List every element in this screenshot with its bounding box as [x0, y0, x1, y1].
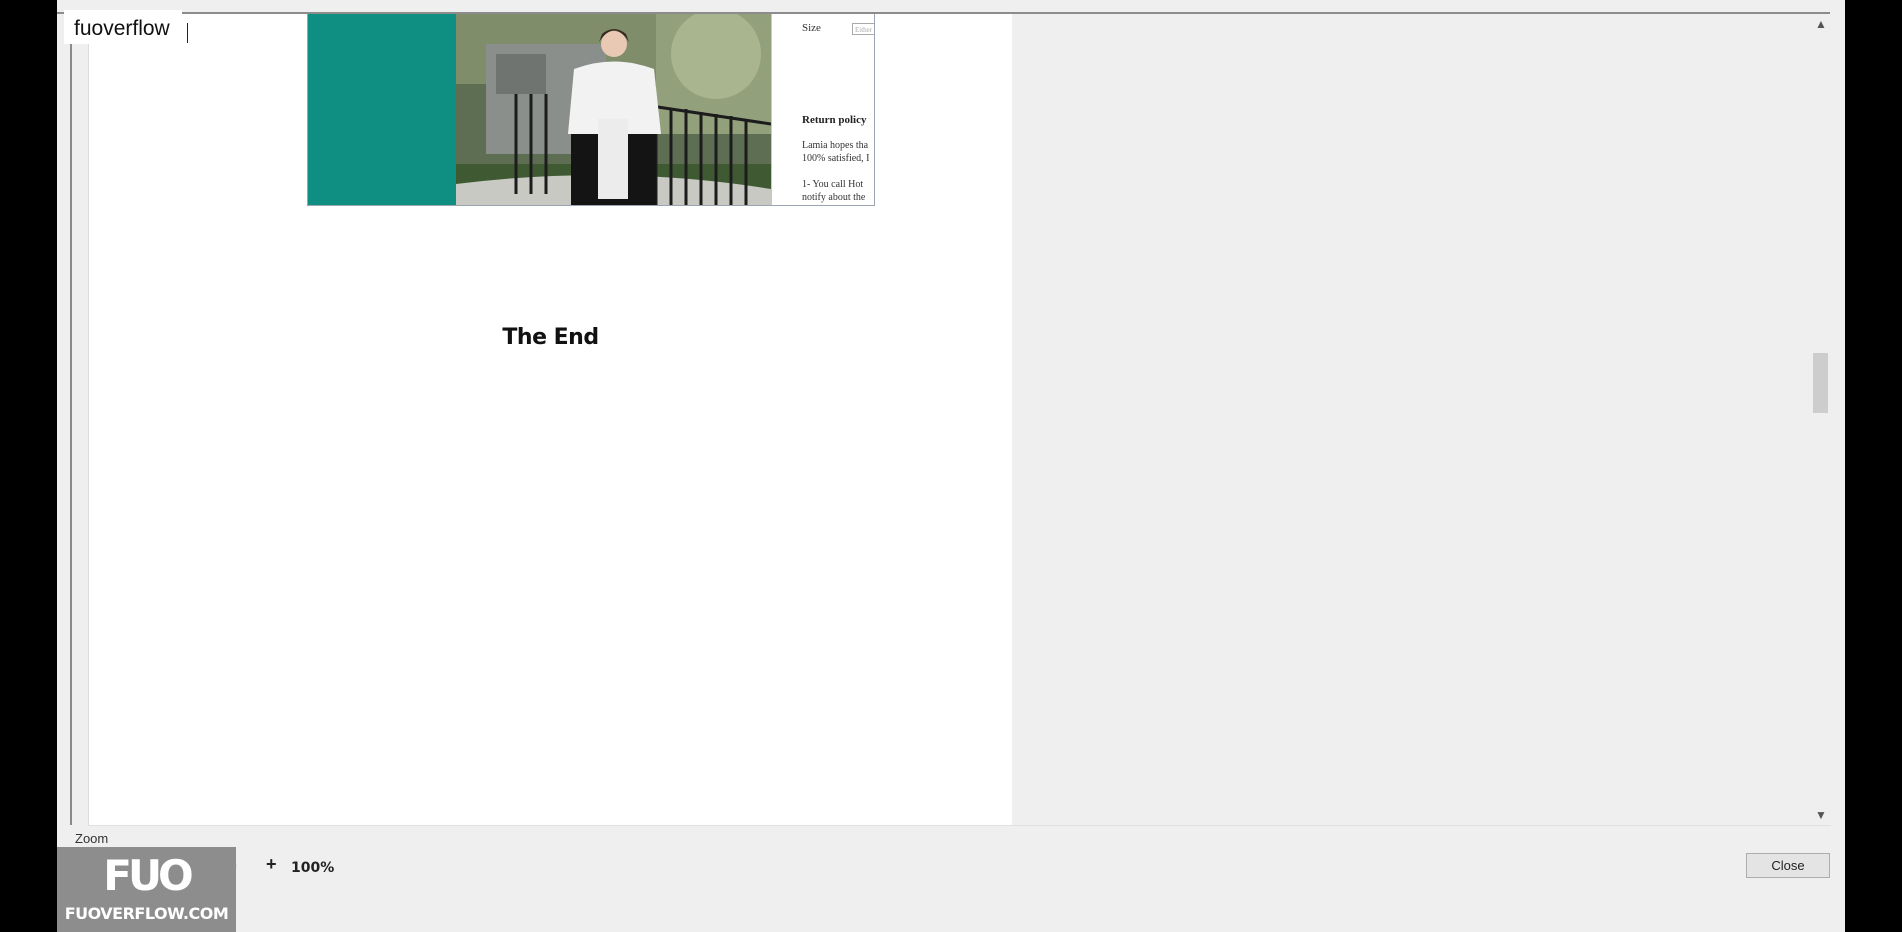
return-policy-text: Lamia hopes tha 100% satisfied, I: [802, 140, 870, 164]
end-heading: The End: [502, 325, 599, 350]
zoom-in-button[interactable]: +: [266, 854, 277, 875]
teal-panel: [308, 14, 456, 205]
scroll-up-icon[interactable]: ▲: [1811, 16, 1831, 32]
size-label: Size: [802, 22, 821, 34]
print-preview-window: Size Either Return policy Lamia hopes th…: [57, 0, 1845, 932]
scroll-thumb[interactable]: [1813, 353, 1828, 413]
zoom-label: Zoom: [75, 831, 109, 846]
return-policy-heading: Return policy: [802, 114, 867, 126]
text-cursor: [187, 23, 188, 43]
divider: [88, 825, 1831, 826]
left-border: [70, 14, 72, 825]
logo-mark: FUO: [103, 851, 194, 900]
product-details-column: Size Either Return policy Lamia hopes th…: [771, 14, 874, 205]
model-photo: [456, 14, 771, 205]
logo-url: FUOVERFLOW.COM: [64, 904, 229, 923]
fuoverflow-logo: FUO FUOVERFLOW.COM: [57, 847, 236, 932]
vertical-scrollbar[interactable]: ▲ ▼: [1811, 14, 1831, 825]
product-page-snapshot: Size Either Return policy Lamia hopes th…: [307, 14, 875, 206]
scroll-down-icon[interactable]: ▼: [1811, 807, 1831, 823]
zoom-value: 100%: [291, 860, 335, 876]
return-policy-step: 1- You call Hot notify about the: [802, 179, 866, 203]
size-select: Either: [852, 23, 874, 35]
close-button[interactable]: Close: [1746, 853, 1830, 878]
preview-page: Size Either Return policy Lamia hopes th…: [88, 14, 1012, 825]
watermark-text: fuoverflow: [64, 10, 182, 44]
